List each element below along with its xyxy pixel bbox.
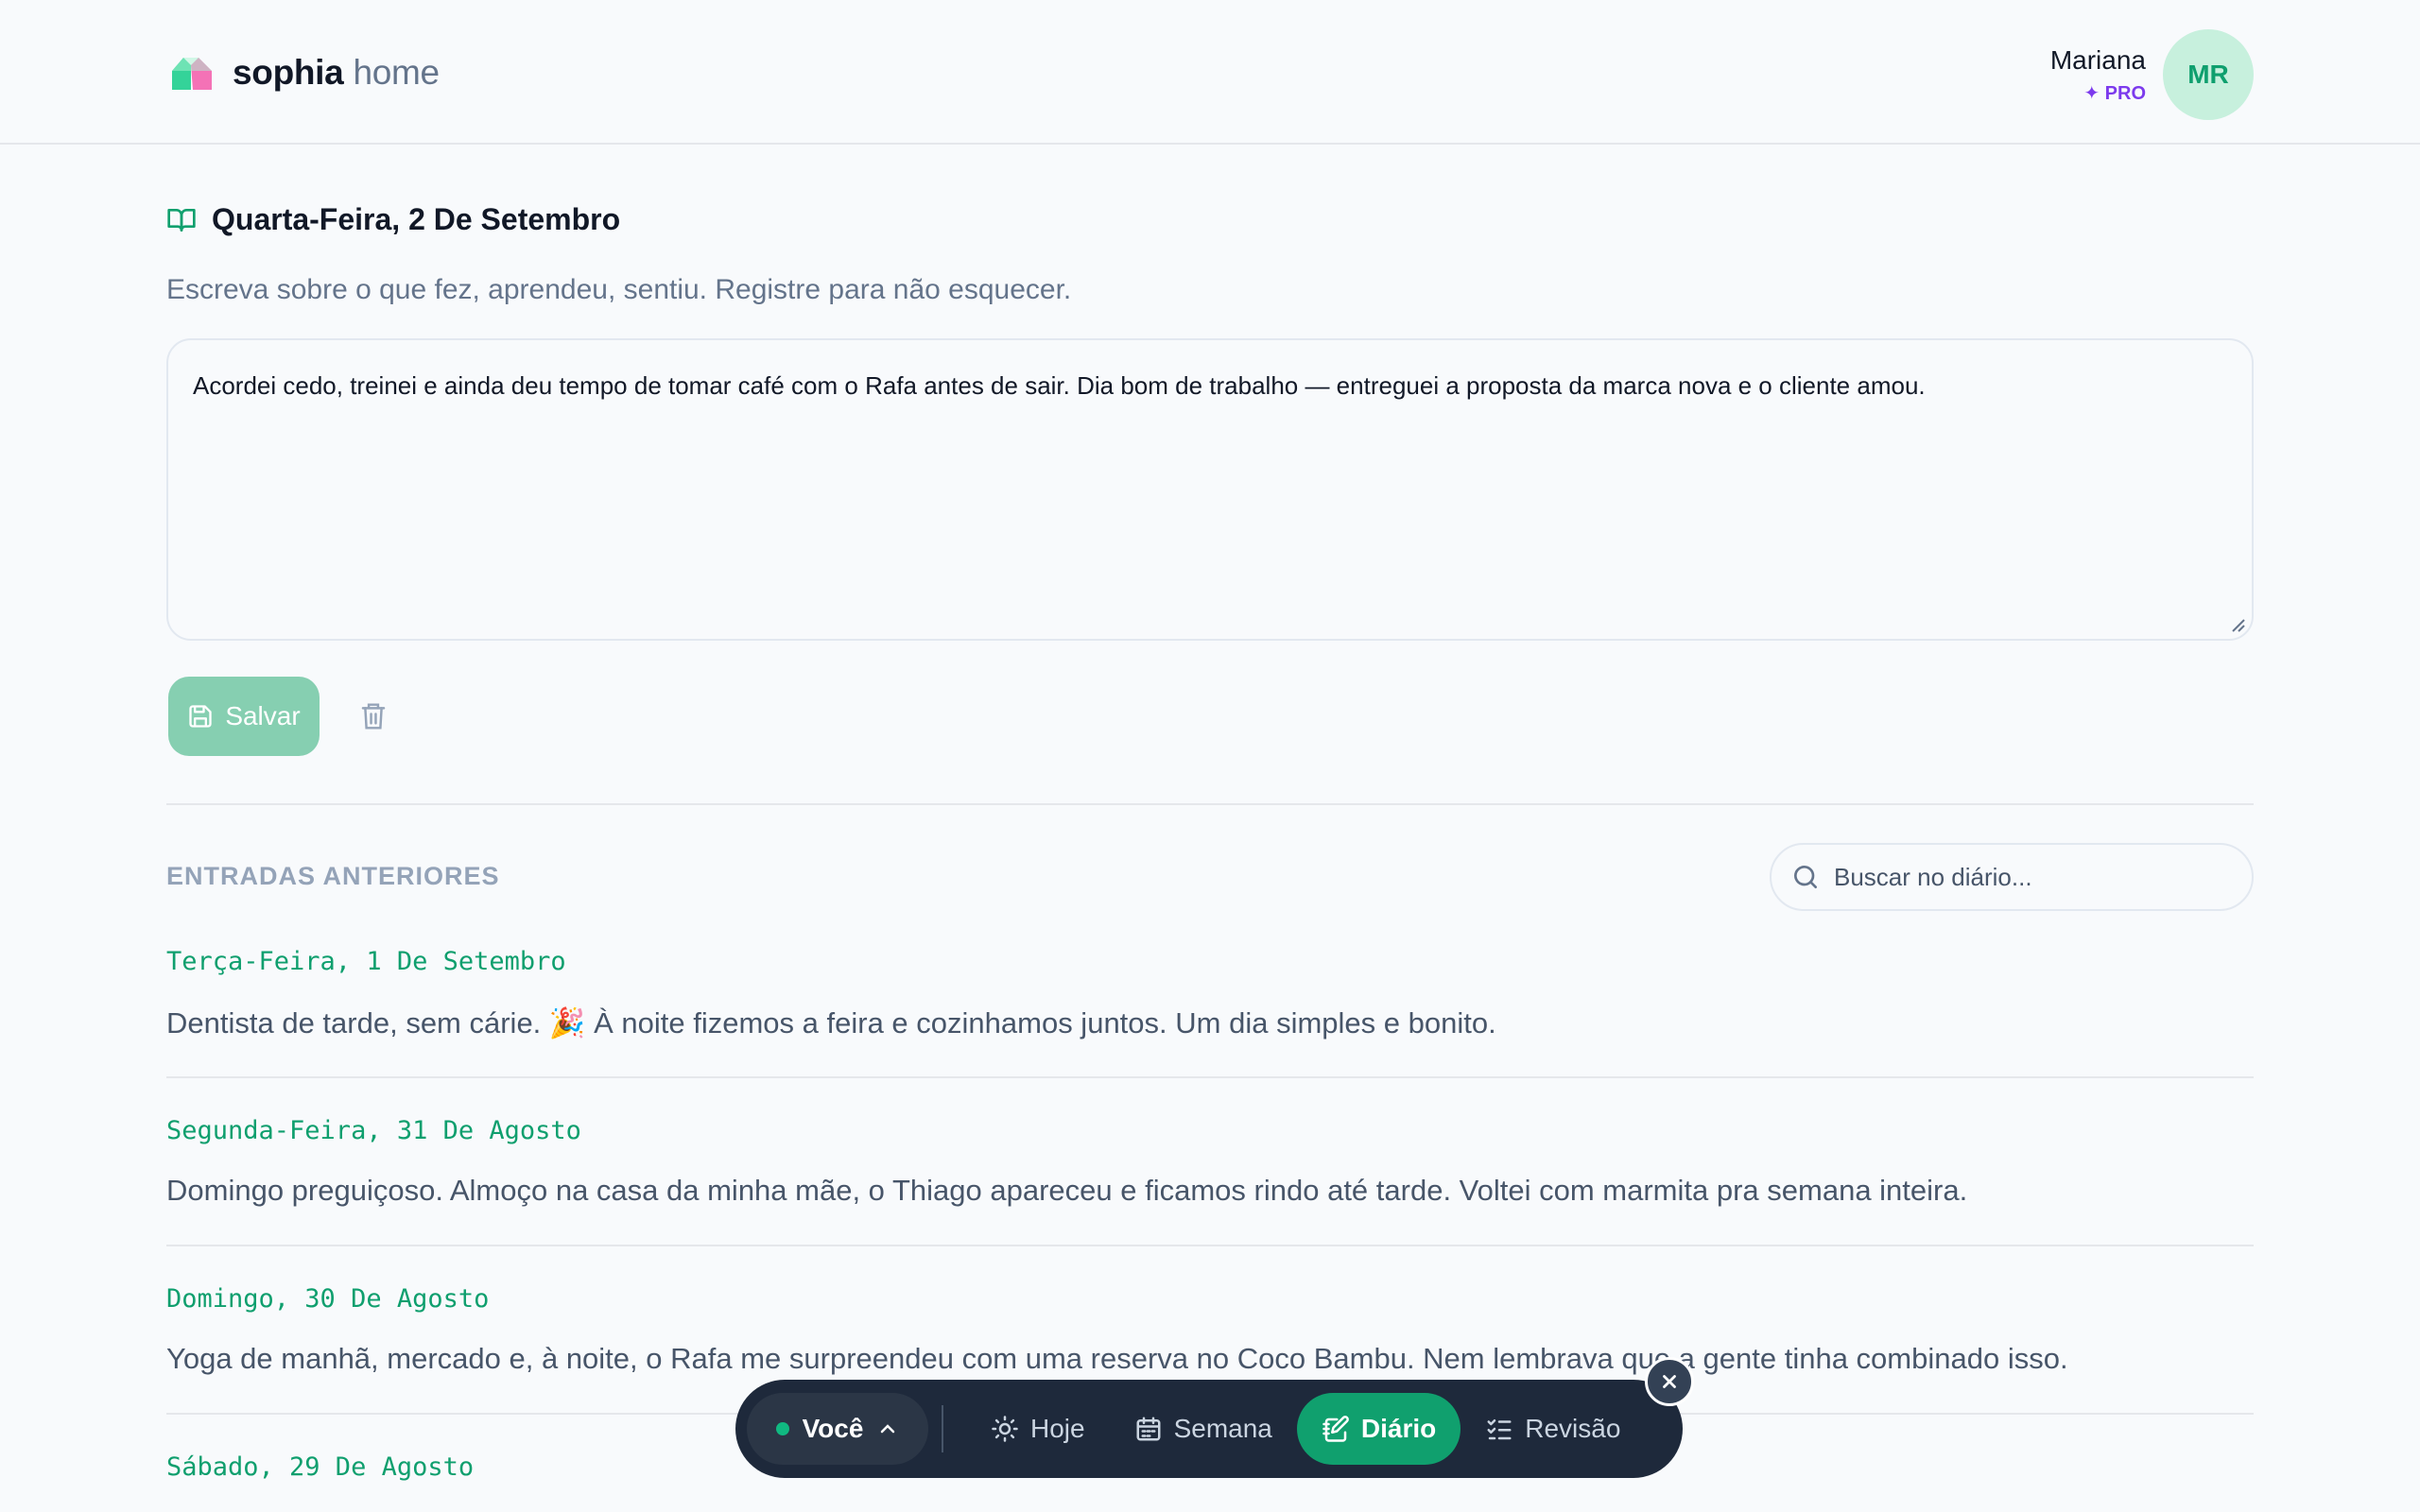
house-logo-icon: [172, 58, 212, 90]
nav-separator: [942, 1405, 943, 1452]
app-header: sophia home Mariana ✦ PRO MR: [0, 0, 2420, 145]
calendar-icon: [1136, 1417, 1161, 1441]
journal-textarea[interactable]: Acordei cedo, treinei e ainda deu tempo …: [166, 338, 2254, 641]
entry-date[interactable]: Segunda-Feira, 31 De Agosto: [166, 1116, 581, 1145]
brand-logo[interactable]: sophia home: [170, 53, 440, 93]
bottom-nav: Você Hoje Semana Diário Revisão: [735, 1380, 1683, 1478]
entry-date[interactable]: Sábado, 29 De Agosto: [166, 1452, 474, 1482]
section-title: ENTRADAS ANTERIORES: [166, 862, 500, 890]
today-heading: Quarta-Feira, 2 De Setembro: [166, 202, 620, 237]
user-name: Mariana: [2049, 44, 2146, 75]
notebook-pen-icon: [1322, 1416, 1349, 1442]
pro-badge: ✦ PRO: [2083, 82, 2146, 104]
entry-date[interactable]: Domingo, 30 De Agosto: [166, 1284, 489, 1314]
nav-tab-hoje[interactable]: Hoje: [966, 1393, 1110, 1465]
save-icon: [189, 705, 212, 728]
divider: [166, 1245, 2254, 1246]
nav-tab-diario[interactable]: Diário: [1296, 1393, 1461, 1465]
chevron-up-icon: [881, 1424, 895, 1434]
status-dot: [775, 1422, 789, 1435]
journal-prompt: Escreva sobre o que fez, aprendeu, senti…: [166, 274, 1072, 305]
nav-tab-semana[interactable]: Semana: [1110, 1393, 1297, 1465]
entry-text: Domingo preguiçoso. Almoço na casa da mi…: [166, 1174, 1968, 1207]
divider: [166, 1076, 2254, 1078]
entry-text: Yoga de manhã, mercado e, à noite, o Raf…: [166, 1342, 2068, 1375]
list-checks-icon: [1487, 1419, 1512, 1440]
trash-icon[interactable]: [359, 701, 388, 731]
search-icon: [1794, 866, 1817, 888]
divider: [166, 803, 2254, 805]
book-open-icon: [167, 208, 196, 232]
user-menu[interactable]: Mariana ✦ PRO MR: [2050, 29, 2254, 120]
entry-text: Dentista de tarde, sem cárie. 🎉 À noite …: [166, 1006, 1496, 1040]
search-input[interactable]: [1834, 862, 2231, 892]
resize-handle-icon[interactable]: [2229, 616, 2246, 633]
sun-icon: [992, 1416, 1018, 1442]
save-button[interactable]: Salvar: [168, 677, 320, 756]
profile-switcher[interactable]: Você: [747, 1393, 928, 1465]
page-title: Quarta-Feira, 2 De Setembro: [212, 202, 621, 236]
journal-text: Acordei cedo, treinei e ainda deu tempo …: [193, 371, 1926, 400]
close-icon: [1663, 1375, 1676, 1388]
search-box[interactable]: [1770, 843, 2254, 911]
brand-name: sophia home: [233, 53, 440, 92]
nav-tab-revisao[interactable]: Revisão: [1461, 1393, 1645, 1465]
avatar[interactable]: MR: [2163, 29, 2254, 120]
entry-date[interactable]: Terça-Feira, 1 De Setembro: [166, 947, 566, 976]
close-nav-button[interactable]: [1645, 1357, 1694, 1406]
